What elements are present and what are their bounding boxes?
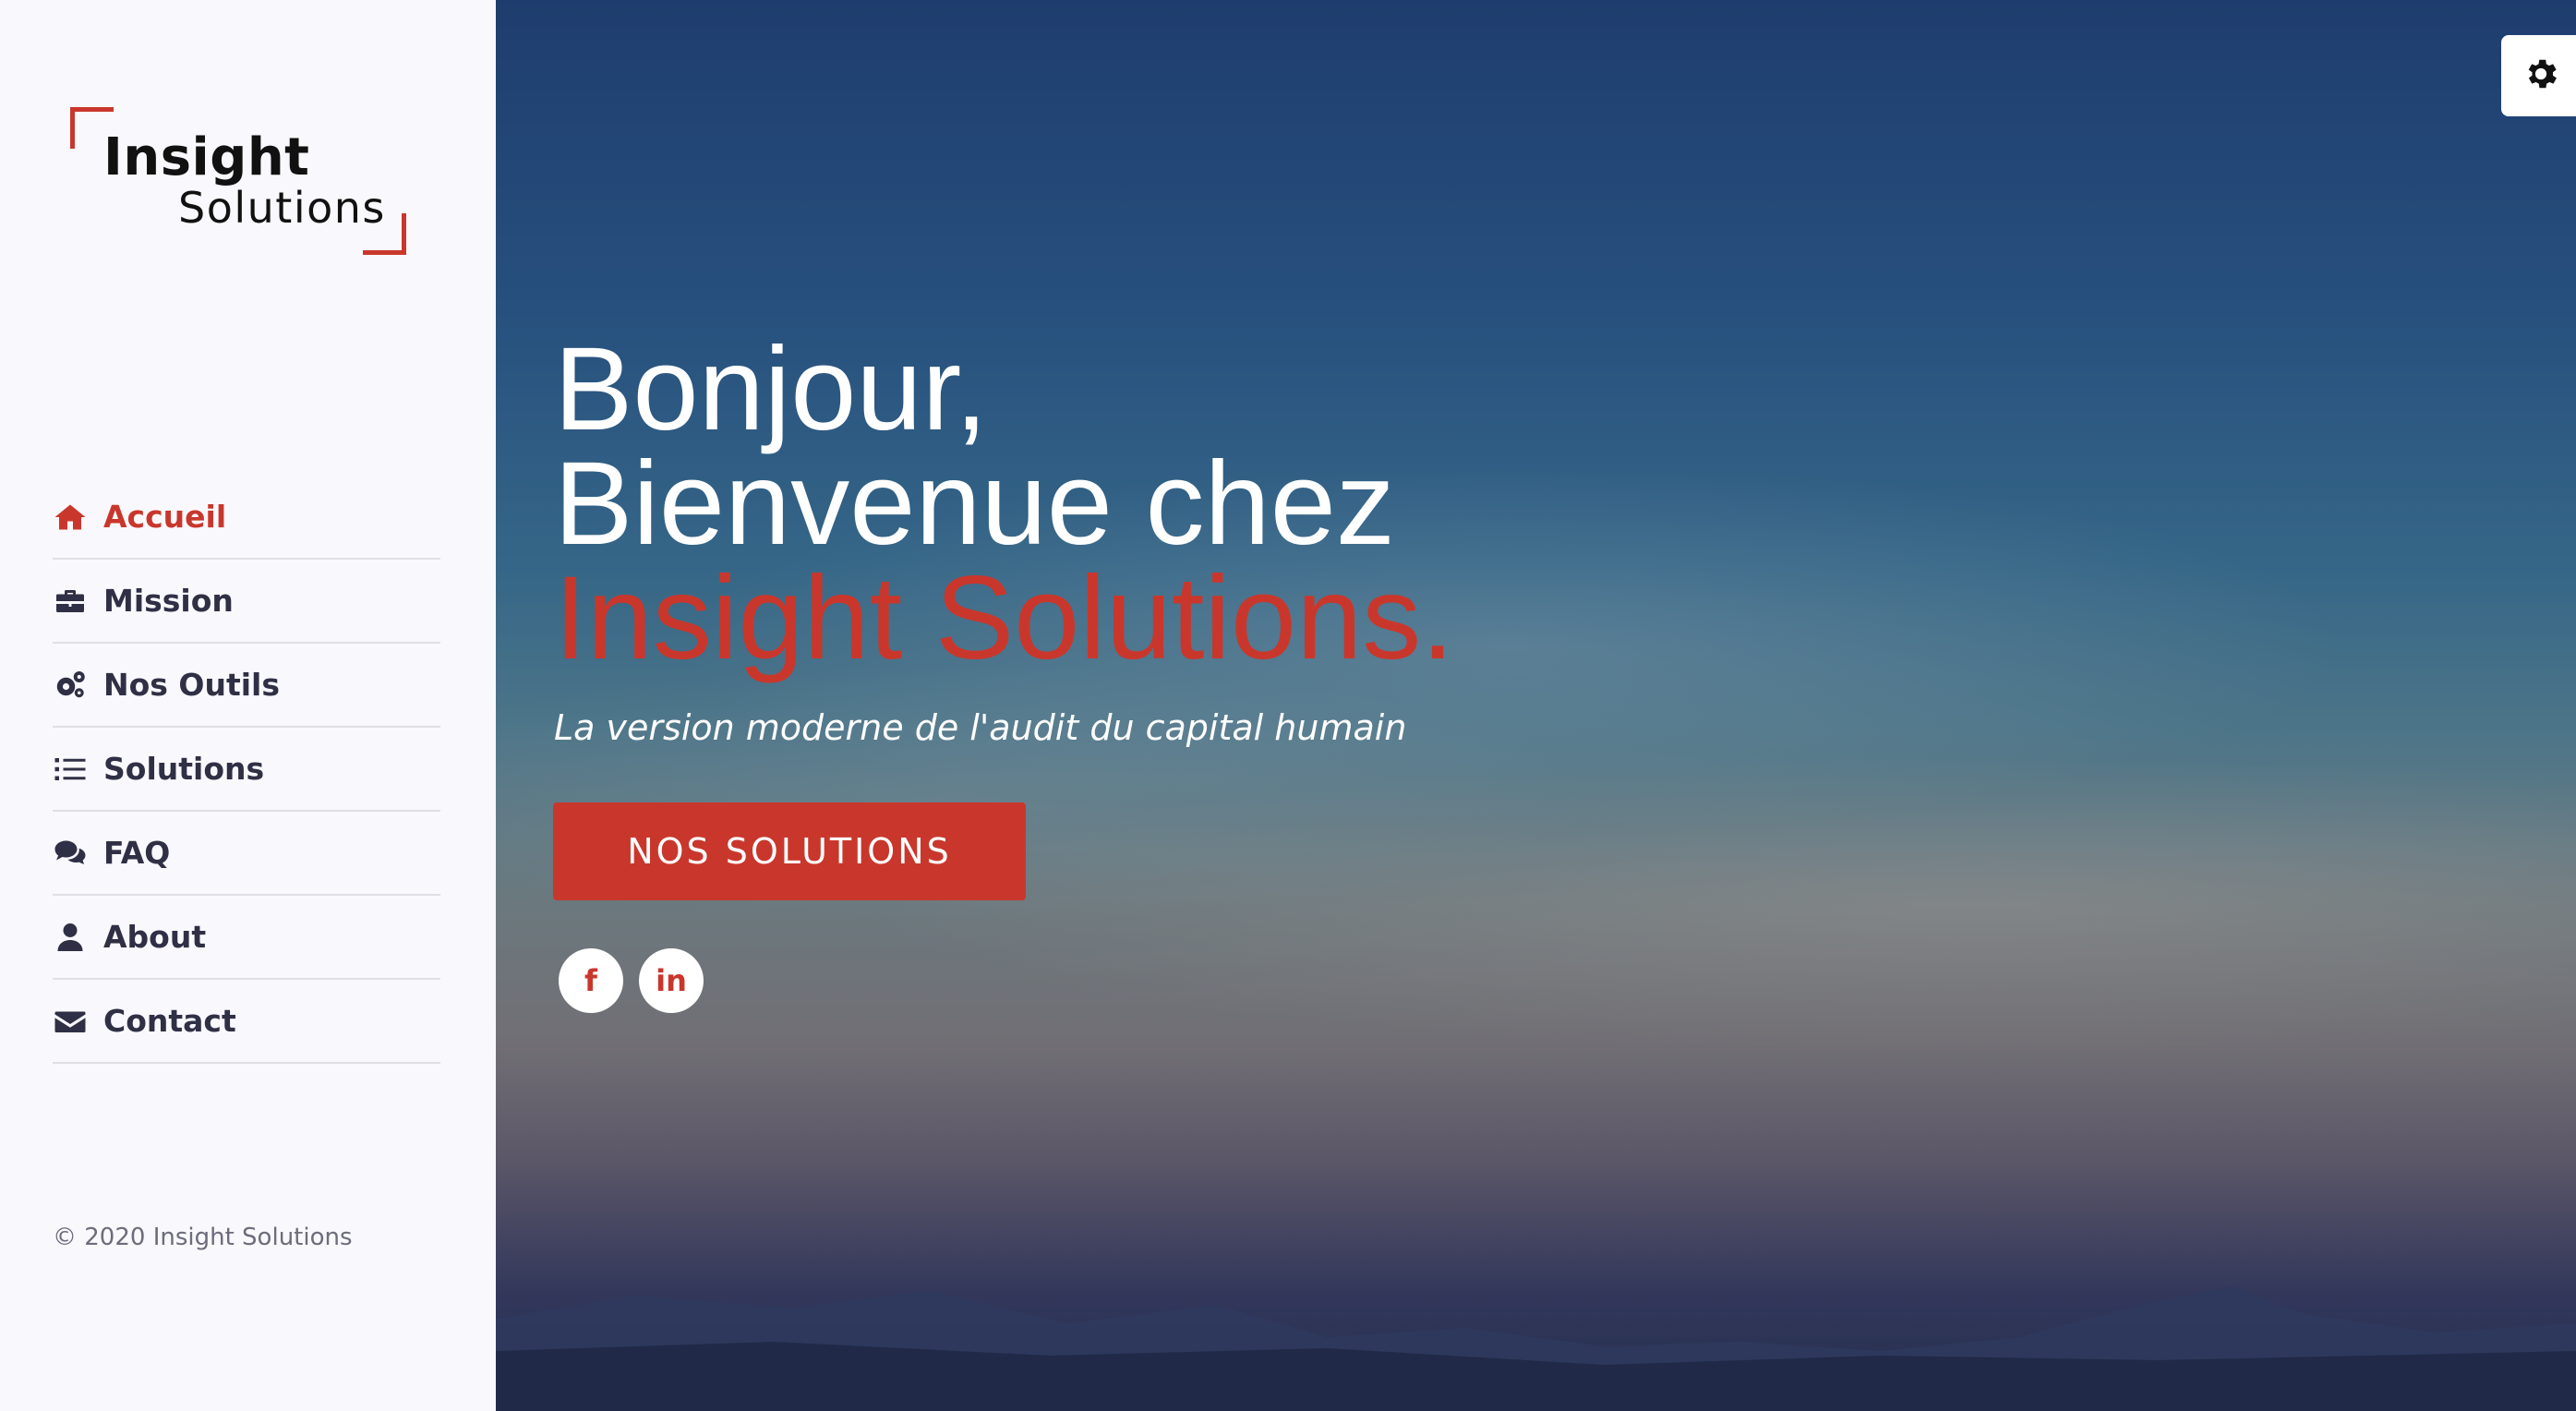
nav-item-mission[interactable]: Mission <box>53 560 440 644</box>
nav-item-nos-outils[interactable]: Nos Outils <box>53 644 440 728</box>
nav-item-label: Contact <box>103 1003 236 1039</box>
hero-section: Bonjour, Bienvenue chez Insight Solution… <box>496 0 2576 1411</box>
nav-item-about[interactable]: About <box>53 896 440 980</box>
settings-button[interactable] <box>2501 35 2576 116</box>
sidebar: Insight Solutions Accueil Mission Nos Ou… <box>0 0 496 1411</box>
logo-line-2: Solutions <box>178 183 386 233</box>
nos-solutions-button[interactable]: NOS SOLUTIONS <box>553 802 1026 900</box>
nav-item-contact[interactable]: Contact <box>53 980 440 1064</box>
social-links: f in <box>559 948 704 1013</box>
briefcase-icon <box>53 584 88 619</box>
main-nav: Accueil Mission Nos Outils Solutions FAQ… <box>53 476 440 1064</box>
nav-item-label: About <box>103 919 207 955</box>
nav-item-label: Solutions <box>103 751 265 787</box>
envelope-icon <box>53 1004 88 1039</box>
logo-line-1: Insight <box>103 127 310 187</box>
logo[interactable]: Insight Solutions <box>70 107 406 255</box>
nav-item-solutions[interactable]: Solutions <box>53 728 440 812</box>
nav-item-label: Nos Outils <box>103 667 281 703</box>
hero-greeting: Bonjour, <box>554 323 988 455</box>
facebook-icon[interactable]: f <box>559 948 623 1013</box>
user-icon <box>53 920 88 955</box>
nav-item-accueil[interactable]: Accueil <box>53 476 440 560</box>
hero-brand-name: Insight Solutions. <box>554 552 1454 684</box>
hero-tagline: La version moderne de l'audit du capital… <box>554 707 1407 748</box>
hero-background-mountains <box>496 1286 2576 1411</box>
comments-icon <box>53 836 88 871</box>
linkedin-icon[interactable]: in <box>639 948 704 1013</box>
nav-item-label: Accueil <box>103 499 227 535</box>
home-icon <box>53 500 88 535</box>
copyright: © 2020 Insight Solutions <box>53 1224 353 1251</box>
hero-welcome: Bienvenue chez <box>554 438 1395 570</box>
gear-icon <box>2522 54 2560 97</box>
list-icon <box>53 752 88 787</box>
cogs-icon <box>53 668 88 703</box>
nav-item-label: FAQ <box>103 835 171 871</box>
nav-item-faq[interactable]: FAQ <box>53 812 440 896</box>
nav-item-label: Mission <box>103 583 234 619</box>
hero-heading-block: Bonjour, Bienvenue chez Insight Solution… <box>554 323 1454 749</box>
